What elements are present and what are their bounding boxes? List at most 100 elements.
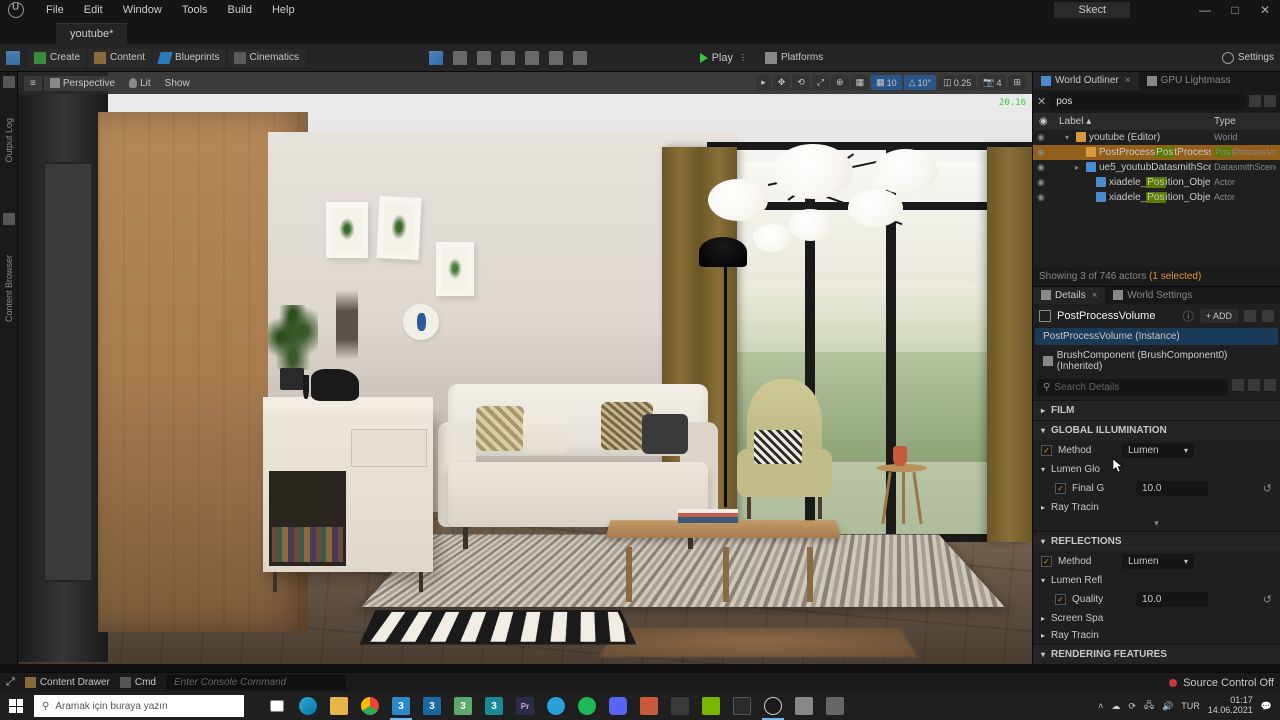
final-gather-input[interactable]: 10.0	[1136, 481, 1208, 496]
section-gi[interactable]: ▾GLOBAL ILLUMINATION	[1033, 421, 1280, 440]
task-view-icon[interactable]	[262, 692, 292, 720]
quality-checkbox[interactable]	[1055, 594, 1066, 605]
menu-tools[interactable]: Tools	[180, 2, 210, 18]
camera-speed[interactable]: 📷 4	[978, 75, 1006, 90]
content-button[interactable]: Content	[88, 49, 151, 67]
app-misc1[interactable]	[789, 692, 819, 720]
translate-tool-icon[interactable]: ✥	[773, 75, 791, 90]
mesh-mode-icon[interactable]	[525, 51, 539, 65]
content-drawer-button[interactable]: Content Drawer	[25, 677, 110, 688]
scale-snap[interactable]: ◫ 0.25	[938, 75, 976, 90]
coord-space-icon[interactable]: ⊕	[831, 75, 849, 90]
close-icon[interactable]: ×	[1092, 290, 1098, 301]
refl-method-select[interactable]: Lumen▾	[1122, 554, 1194, 569]
app-explorer[interactable]	[324, 692, 354, 720]
platforms-button[interactable]: Platforms	[759, 49, 829, 67]
tray-cloud-icon[interactable]: ☁	[1111, 701, 1120, 712]
landscape-mode-icon[interactable]	[453, 51, 467, 65]
app-nvidia[interactable]	[696, 692, 726, 720]
quality-input[interactable]: 10.0	[1136, 592, 1208, 607]
section-film[interactable]: ▸FILM	[1033, 401, 1280, 420]
prop-lumen-refl[interactable]: ▾Lumen Refl	[1033, 572, 1280, 589]
component-brush[interactable]: BrushComponent (BrushComponent0) (Inheri…	[1033, 347, 1280, 375]
tree-row[interactable]: ◉PostProcessPostProcessVolumePostProcess…	[1033, 145, 1280, 160]
app-edge[interactable]	[293, 692, 323, 720]
cinematics-button[interactable]: Cinematics	[228, 49, 305, 67]
rail-dock-icon[interactable]	[3, 76, 15, 88]
settings-button[interactable]: Settings	[1222, 52, 1274, 64]
reset-icon[interactable]: ↺	[1263, 593, 1272, 606]
maximize-button[interactable]: □	[1220, 0, 1250, 20]
brush-mode-icon[interactable]	[501, 51, 515, 65]
app-3d-4[interactable]: 3	[479, 692, 509, 720]
menu-window[interactable]: Window	[121, 2, 164, 18]
visibility-icon[interactable]: ◉	[1037, 162, 1049, 173]
minimize-button[interactable]: —	[1190, 0, 1220, 20]
tray-volume-icon[interactable]: 🔊	[1162, 701, 1173, 712]
tray-clock[interactable]: 01:1714.06.2021	[1208, 696, 1253, 716]
visibility-icon[interactable]: ◉	[1037, 132, 1049, 143]
expand-advanced-icon[interactable]: ▾	[1033, 516, 1280, 531]
rail-output-log[interactable]: Output Log	[4, 118, 14, 163]
fracture-mode-icon[interactable]	[549, 51, 563, 65]
outliner-search-input[interactable]: pos	[1050, 93, 1245, 110]
section-rendering-features[interactable]: ▾RENDERING FEATURES	[1033, 645, 1280, 664]
app-spotify[interactable]	[572, 692, 602, 720]
col-type[interactable]: Type	[1214, 116, 1274, 127]
refl-method-checkbox[interactable]	[1041, 556, 1052, 567]
animation-mode-icon[interactable]	[573, 51, 587, 65]
viewport-menu-button[interactable]: ≡	[24, 76, 42, 91]
scale-tool-icon[interactable]: ⤢	[812, 75, 829, 90]
app-epic[interactable]	[727, 692, 757, 720]
tray-lang[interactable]: TUR	[1181, 701, 1200, 711]
app-telegram[interactable]	[541, 692, 571, 720]
tray-chevron-icon[interactable]: ˄	[1098, 701, 1103, 711]
app-chrome[interactable]	[355, 692, 385, 720]
app-premiere[interactable]: Pr	[510, 692, 540, 720]
tree-row[interactable]: ◉▸ue5_youtubDatasmithSceneActorDatasmith…	[1033, 160, 1280, 175]
show-button[interactable]: Show	[159, 76, 196, 91]
expand-icon[interactable]: ⤢	[6, 676, 15, 689]
component-instance[interactable]: PostProcessVolume (Instance)	[1035, 328, 1278, 345]
surface-snap-icon[interactable]: ▦	[851, 75, 870, 90]
filter-icon[interactable]	[1232, 379, 1244, 391]
taskbar-search[interactable]: ⚲Aramak için buraya yazın	[34, 695, 244, 717]
viewport-maximize-icon[interactable]: ⊞	[1008, 75, 1026, 90]
tree-row[interactable]: ◉xiadele_Position_Object_0ActorActor	[1033, 175, 1280, 190]
rail-content-browser[interactable]: Content Browser	[4, 255, 14, 322]
tree-row[interactable]: ◉▾youtube (Editor)World	[1033, 130, 1280, 145]
foliage-mode-icon[interactable]	[477, 51, 491, 65]
app-discord[interactable]	[603, 692, 633, 720]
app-misc2[interactable]	[820, 692, 850, 720]
app-launcher2[interactable]	[665, 692, 695, 720]
start-button[interactable]	[0, 692, 32, 720]
tray-sync-icon[interactable]: ⟳	[1128, 701, 1136, 712]
play-button[interactable]: Play⋮	[700, 52, 747, 64]
app-launcher1[interactable]	[634, 692, 664, 720]
gi-method-checkbox[interactable]	[1041, 445, 1052, 456]
tab-world-settings[interactable]: World Settings	[1105, 287, 1200, 304]
rotation-snap[interactable]: △ 10°	[904, 75, 937, 90]
tray-notifications-icon[interactable]: 💬	[1261, 701, 1272, 712]
close-button[interactable]: ✕	[1250, 0, 1280, 20]
reset-icon[interactable]: ↺	[1263, 482, 1272, 495]
favorites-icon[interactable]	[1248, 379, 1260, 391]
blueprints-button[interactable]: Blueprints	[153, 49, 225, 67]
perspective-button[interactable]: Perspective	[44, 76, 121, 91]
clear-search-icon[interactable]: ✕	[1037, 95, 1046, 108]
section-reflections[interactable]: ▾REFLECTIONS	[1033, 532, 1280, 551]
prop-lumen-gi[interactable]: ▾Lumen Glo	[1033, 461, 1280, 478]
menu-edit[interactable]: Edit	[82, 2, 105, 18]
viewport-3d[interactable]	[18, 72, 1032, 664]
menu-help[interactable]: Help	[270, 2, 297, 18]
col-label[interactable]: Label ▴	[1053, 116, 1214, 127]
save-icon[interactable]	[6, 51, 20, 65]
grid-snap[interactable]: ▦ 10	[871, 75, 902, 90]
app-ue5[interactable]	[758, 692, 788, 720]
prop-ray-tracing-refl[interactable]: ▸Ray Tracin	[1033, 627, 1280, 644]
select-mode-icon[interactable]	[429, 51, 443, 65]
prop-screen-space[interactable]: ▸Screen Spa	[1033, 610, 1280, 627]
prop-ray-tracing-gi[interactable]: ▸Ray Tracin	[1033, 499, 1280, 516]
menu-build[interactable]: Build	[226, 2, 254, 18]
menu-file[interactable]: File	[44, 2, 66, 18]
